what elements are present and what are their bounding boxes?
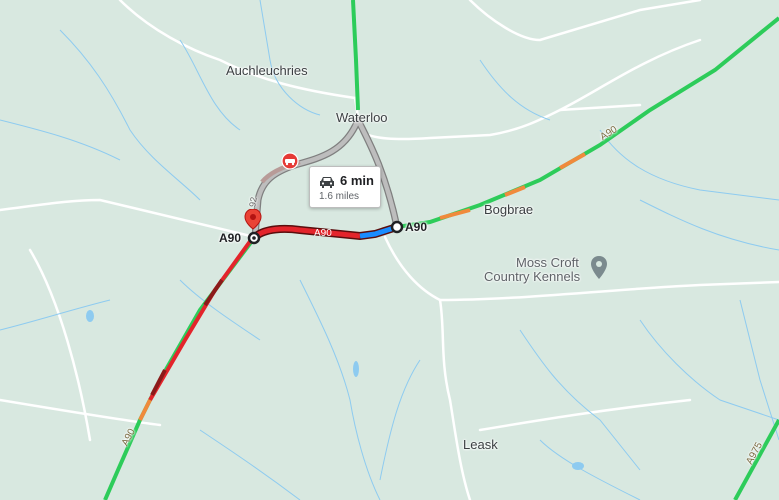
place-bogbrae[interactable]: Bogbrae [484, 202, 533, 217]
road-label-a90-start: A90 [219, 231, 242, 245]
road-label-a90-end: A90 [405, 220, 428, 234]
route-distance: 1.6 miles [319, 191, 360, 202]
red-location-pin-icon[interactable] [244, 209, 262, 235]
road-label-92: 92 [247, 196, 259, 208]
poi-moss-croft-line1: Moss Croft [516, 255, 579, 270]
poi-moss-croft-label[interactable]: Moss Croft Country Kennels [484, 255, 580, 284]
route-duration: 6 min [340, 173, 374, 188]
car-icon [320, 177, 334, 188]
road-incident-icon[interactable] [281, 152, 299, 170]
poi-moss-croft-line2: Country Kennels [484, 269, 581, 284]
place-auchleuchries[interactable]: Auchleuchries [226, 63, 308, 78]
route-end-dot [390, 220, 404, 234]
map-canvas[interactable]: Auchleuchries Waterloo Bogbrae Leask Mos… [0, 0, 779, 500]
place-leask[interactable]: Leask [463, 437, 498, 452]
road-label-a90-route: A90 [314, 228, 332, 239]
grey-location-pin-icon[interactable] [589, 255, 609, 283]
map-base [0, 0, 779, 500]
route-info-card[interactable]: 6 min 1.6 miles [309, 166, 381, 208]
place-waterloo[interactable]: Waterloo [336, 110, 388, 125]
